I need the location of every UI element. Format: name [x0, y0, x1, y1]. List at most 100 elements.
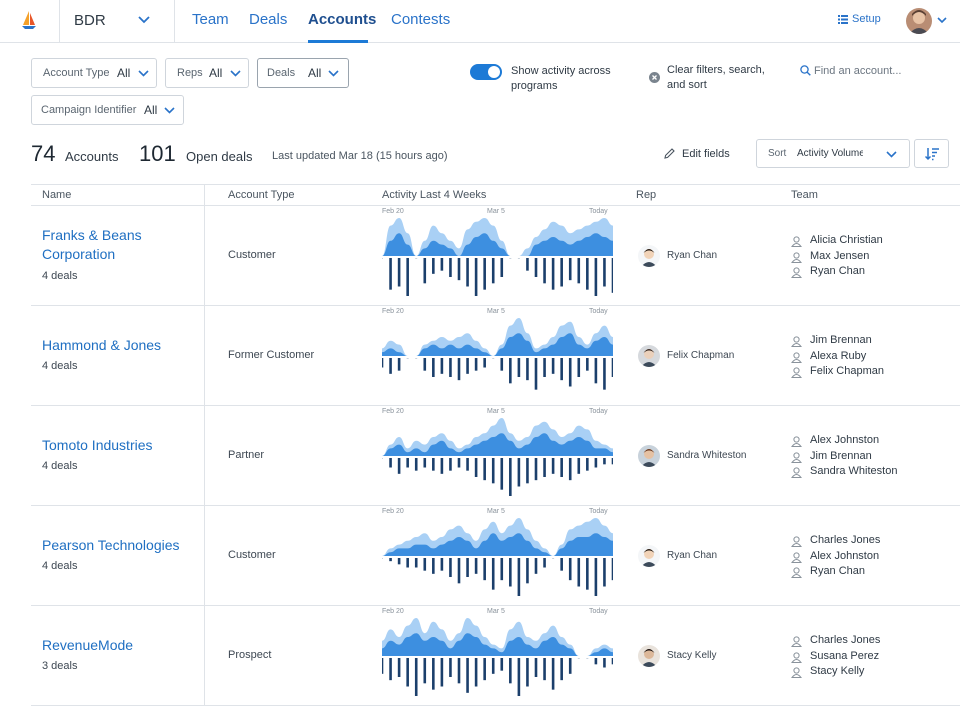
- chevron-down-icon[interactable]: [937, 17, 947, 24]
- rep-photo-icon: [638, 645, 660, 667]
- campaign-identifier-filter[interactable]: Campaign Identifier All: [31, 95, 184, 125]
- account-type: Former Customer: [228, 349, 315, 361]
- col-name[interactable]: Name: [42, 189, 71, 201]
- user-photo-icon: [906, 8, 932, 34]
- sort-select[interactable]: Sort Activity Volume: [756, 139, 910, 168]
- account-name-link[interactable]: Franks & Beans Corporation: [42, 226, 207, 264]
- table-header: Name Account Type Activity Last 4 Weeks …: [31, 184, 960, 206]
- account-type: Partner: [228, 449, 265, 461]
- open-deals-label: Open deals: [186, 149, 253, 164]
- rep-name: Felix Chapman: [667, 350, 735, 361]
- show-activity-toggle[interactable]: [470, 64, 502, 80]
- filter-label: Reps: [177, 67, 203, 79]
- activity-chart: Feb 20 Mar 5 Today: [382, 406, 613, 506]
- filter-value: All: [308, 66, 322, 80]
- person-icon: [791, 267, 802, 278]
- person-icon: [791, 436, 802, 447]
- table-row[interactable]: Tomoto Industries 4 deals Partner Feb 20…: [31, 406, 960, 506]
- team-member-name: Stacy Kelly: [810, 665, 865, 677]
- account-name-link[interactable]: Pearson Technologies: [42, 536, 207, 555]
- sailboat-logo-icon: [22, 11, 36, 29]
- filter-value: All: [209, 66, 223, 80]
- team-member-name: Alicia Christian: [810, 234, 883, 246]
- team-member-name: Max Jensen: [810, 249, 870, 262]
- team-member-name: Ryan Chan: [810, 565, 866, 577]
- team-member-name: Alex Johnston: [810, 549, 880, 562]
- deals-filter[interactable]: Deals All: [257, 58, 349, 88]
- tab-deals[interactable]: Deals: [249, 11, 287, 28]
- col-account-type[interactable]: Account Type: [228, 189, 294, 201]
- account-type: Customer: [228, 549, 276, 561]
- account-type: Customer: [228, 249, 276, 261]
- rep-name: Ryan Chan: [667, 250, 718, 261]
- filter-label: Deals: [267, 67, 296, 79]
- filter-value: All: [117, 66, 131, 80]
- last-updated: Last updated Mar 18 (15 hours ago): [272, 150, 448, 162]
- workspace-label: BDR: [74, 12, 106, 29]
- show-activity-label: Show activity across programs: [511, 65, 611, 92]
- edit-fields-button[interactable]: Edit fields: [682, 148, 730, 160]
- team-member-name: Ryan Chan: [810, 265, 866, 277]
- table-row[interactable]: Pearson Technologies 4 deals Customer Fe…: [31, 506, 960, 606]
- sort-label: Sort: [768, 148, 787, 159]
- rep-avatar: [638, 345, 660, 367]
- rep-photo-icon: [638, 245, 660, 267]
- team-member-name: Jim Brennan: [810, 449, 872, 462]
- search-icon: [800, 65, 811, 76]
- deal-count: 3 deals: [42, 660, 78, 672]
- chevron-down-icon: [164, 107, 175, 114]
- clear-filters-link[interactable]: Clear filters, search, and sort: [667, 63, 777, 93]
- col-team[interactable]: Team: [791, 189, 818, 201]
- list-icon: [838, 15, 848, 24]
- chevron-down-icon: [138, 70, 149, 77]
- account-type: Prospect: [228, 649, 272, 661]
- person-icon: [791, 236, 802, 247]
- rep-photo-icon: [638, 445, 660, 467]
- person-icon: [791, 467, 802, 478]
- rep-name: Sandra Whiteston: [667, 450, 747, 461]
- tab-accounts[interactable]: Accounts: [308, 11, 376, 28]
- col-activity[interactable]: Activity Last 4 Weeks: [382, 189, 486, 201]
- account-name-link[interactable]: Tomoto Industries: [42, 436, 207, 455]
- find-account-input[interactable]: [814, 62, 954, 80]
- team-member-name: Sandra Whiteston: [810, 465, 898, 477]
- person-icon: [791, 536, 802, 547]
- table-row[interactable]: Franks & Beans Corporation 4 deals Custo…: [31, 206, 960, 306]
- rep-name: Stacy Kelly: [667, 650, 717, 661]
- team-member-name: Charles Jones: [810, 534, 881, 546]
- activity-sparkline: [382, 418, 613, 496]
- chevron-down-icon: [328, 70, 339, 77]
- person-icon: [791, 251, 802, 263]
- active-tab-indicator: [308, 40, 368, 43]
- account-type-filter[interactable]: Account Type All: [31, 58, 157, 88]
- rep-avatar: [638, 245, 660, 267]
- team-member-name: Charles Jones: [810, 634, 881, 646]
- tab-team[interactable]: Team: [192, 11, 229, 28]
- team-member-name: Alexa Ruby: [810, 349, 867, 362]
- app-logo[interactable]: [0, 0, 60, 43]
- activity-sparkline: [382, 318, 613, 390]
- table-row[interactable]: Hammond & Jones 4 deals Former Customer …: [31, 306, 960, 406]
- person-icon: [791, 451, 802, 463]
- reps-filter[interactable]: Reps All: [165, 58, 249, 88]
- account-name-link[interactable]: Hammond & Jones: [42, 336, 207, 355]
- table-row[interactable]: RevenueMode 3 deals Prospect Feb 20 Mar …: [31, 606, 960, 706]
- open-deals-count: 101: [139, 141, 176, 166]
- user-avatar[interactable]: [906, 8, 932, 34]
- filter-label: Campaign Identifier: [41, 104, 137, 116]
- activity-chart: Feb 20 Mar 5 Today: [382, 506, 613, 606]
- workspace-selector[interactable]: BDR: [60, 0, 175, 43]
- clear-icon[interactable]: [649, 72, 660, 83]
- deal-count: 4 deals: [42, 270, 78, 282]
- rep-avatar: [638, 445, 660, 467]
- activity-sparkline: [382, 618, 613, 696]
- sort-descending-icon: [925, 148, 939, 161]
- accounts-count: 74: [31, 141, 56, 166]
- sort-direction-button[interactable]: [914, 139, 949, 168]
- chevron-down-icon: [138, 16, 150, 24]
- account-name-link[interactable]: RevenueMode: [42, 636, 207, 655]
- tab-contests[interactable]: Contests: [391, 11, 450, 28]
- col-rep[interactable]: Rep: [636, 189, 656, 201]
- activity-sparkline: [382, 518, 613, 596]
- setup-link[interactable]: Setup: [852, 13, 881, 25]
